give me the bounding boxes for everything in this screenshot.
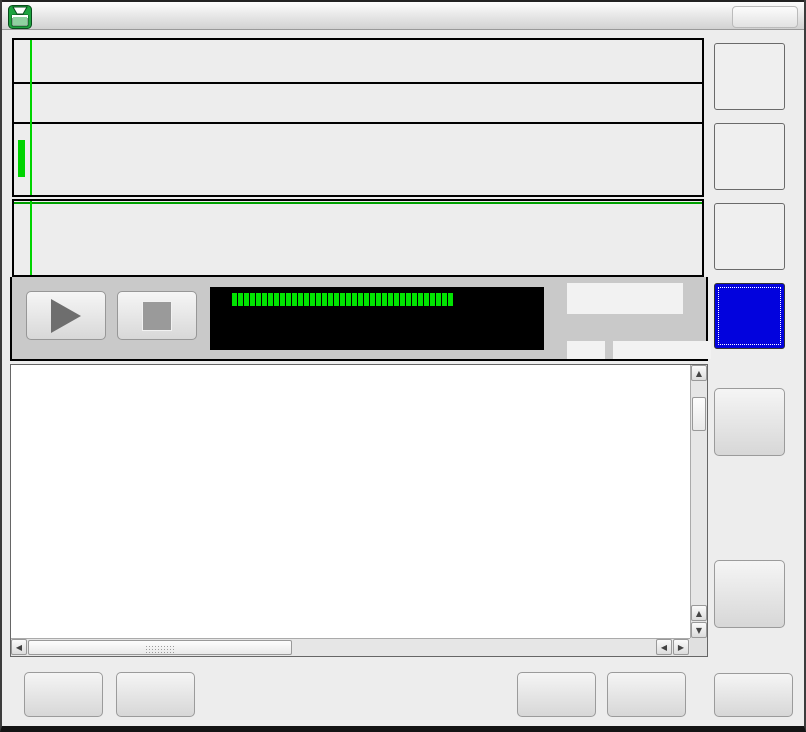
meter-segment (382, 293, 387, 306)
scroll-up-icon[interactable]: ▲ (691, 365, 707, 381)
meter-segment (274, 293, 279, 306)
segment-marker-bar (18, 140, 25, 177)
scroll-down-icon[interactable]: ▼ (691, 622, 707, 638)
window-controls (732, 6, 798, 28)
meter-segment (364, 293, 369, 306)
meter-segment (424, 293, 429, 306)
segue-start-line (14, 202, 702, 204)
left-meter-segments (232, 293, 454, 306)
horizontal-scrollbar[interactable]: ◀ ◀ ▶ (11, 638, 691, 656)
record-button[interactable] (714, 123, 785, 190)
remaining-tracks-value (567, 341, 605, 359)
scroll-left-icon[interactable]: ◀ (656, 639, 672, 655)
meter-segment (262, 293, 267, 306)
meter-segment (430, 293, 435, 306)
meter-segment (280, 293, 285, 306)
scroll-left-icon[interactable]: ◀ (11, 639, 27, 655)
meter-segment (340, 293, 345, 306)
vertical-scroll-thumb[interactable] (692, 397, 706, 431)
log-table: ▲ ▲ ▼ ◀ ◀ ▶ (10, 364, 708, 657)
meter-segment (346, 293, 351, 306)
meter-segment (232, 293, 237, 306)
meter-segment (238, 293, 243, 306)
elapsed-time-display (567, 283, 683, 314)
delete-track-button[interactable] (116, 672, 195, 717)
do-over-button[interactable] (714, 560, 785, 628)
meter-segment (388, 293, 393, 306)
play-icon (51, 299, 81, 333)
meter-segment (298, 293, 303, 306)
meter-segment (352, 293, 357, 306)
audio-level-meter (210, 287, 544, 350)
hit-post-button[interactable] (714, 388, 785, 456)
vertical-scrollbar[interactable]: ▲ ▲ ▼ (690, 365, 707, 640)
scroll-up-icon[interactable]: ▲ (691, 605, 707, 621)
meter-segment (358, 293, 363, 306)
pane-divider (14, 82, 702, 84)
meter-scale (232, 308, 540, 324)
scrollbar-corner (690, 638, 707, 656)
meter-segment (250, 293, 255, 306)
meter-segment (400, 293, 405, 306)
meter-segment (436, 293, 441, 306)
meter-segment (310, 293, 315, 306)
meter-segment (406, 293, 411, 306)
app-logo-icon (8, 5, 32, 29)
meter-segment (442, 293, 447, 306)
titlebar (0, 0, 806, 30)
meter-segment (448, 293, 453, 306)
meter-segment (256, 293, 261, 306)
transport-panel (10, 277, 708, 361)
save-button[interactable] (714, 283, 785, 349)
track2-waveform-pane[interactable] (12, 199, 704, 277)
previous-track-button[interactable] (517, 672, 596, 717)
table-rows (11, 384, 690, 639)
meter-segment (328, 293, 333, 306)
stop-button[interactable] (117, 291, 197, 340)
meter-segment (244, 293, 249, 306)
close-button[interactable] (714, 673, 793, 717)
remaining-time-value (613, 341, 711, 359)
audio-waveform (16, 225, 702, 273)
meter-segment (268, 293, 273, 306)
start-2-button[interactable] (714, 203, 785, 270)
play-button[interactable] (26, 291, 106, 340)
playhead-line (30, 40, 32, 195)
playhead-line (30, 201, 32, 275)
meter-segment (286, 293, 291, 306)
meter-segment (322, 293, 327, 306)
meter-segment (376, 293, 381, 306)
insert-track-button[interactable] (24, 672, 103, 717)
meter-segment (418, 293, 423, 306)
main-content: ▲ ▲ ▼ ◀ ◀ ▶ (2, 30, 804, 726)
stop-icon (142, 301, 172, 331)
track1-waveform-pane[interactable] (12, 38, 704, 197)
meter-segment (316, 293, 321, 306)
start-1-button[interactable] (714, 43, 785, 110)
scroll-grip (145, 645, 175, 655)
meter-segment (394, 293, 399, 306)
meter-segment (370, 293, 375, 306)
scroll-right-icon[interactable]: ▶ (673, 639, 689, 655)
meter-segment (412, 293, 417, 306)
pane-divider (14, 122, 702, 124)
meter-segment (334, 293, 339, 306)
meter-segment (292, 293, 297, 306)
horizontal-scroll-thumb[interactable] (28, 640, 292, 655)
rdlogedit-voice-tracker-window: ▲ ▲ ▼ ◀ ◀ ▶ (0, 0, 806, 732)
meter-segment (304, 293, 309, 306)
next-track-button[interactable] (607, 672, 686, 717)
